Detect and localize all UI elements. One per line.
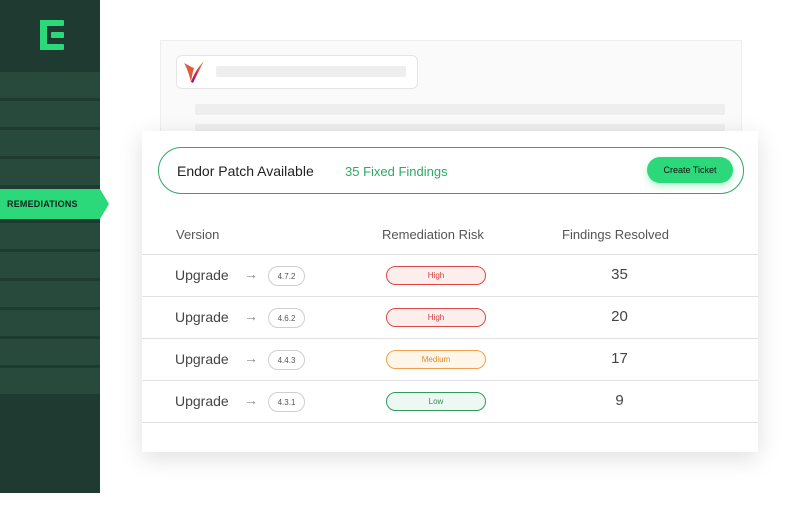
column-header-version: Version (176, 227, 220, 242)
create-ticket-button[interactable]: Create Ticket (647, 157, 733, 183)
arrow-right-icon: → (244, 308, 258, 324)
upgrade-action: Upgrade (175, 309, 229, 325)
sidebar-item[interactable] (0, 281, 100, 307)
findings-resolved-count: 17 (611, 350, 628, 367)
sidebar-item[interactable] (0, 72, 100, 98)
sidebar-item[interactable] (0, 159, 100, 185)
sidebar-item[interactable] (0, 252, 100, 278)
column-header-findings-resolved: Findings Resolved (562, 227, 669, 242)
sidebar-item[interactable] (0, 310, 100, 336)
sidebar-item[interactable] (0, 368, 100, 394)
sidebar-item[interactable] (0, 101, 100, 127)
apache-feather-icon (184, 61, 204, 83)
upgrade-action: Upgrade (175, 393, 229, 409)
table-row[interactable]: Upgrade → 4.4.3 Medium 17 (142, 338, 758, 380)
sidebar-item[interactable] (0, 339, 100, 365)
banner-title: Endor Patch Available (177, 163, 314, 179)
sidebar-item[interactable] (0, 223, 100, 249)
findings-resolved-count: 20 (611, 308, 628, 325)
patch-banner: Endor Patch Available 35 Fixed Findings … (158, 147, 744, 194)
arrow-right-icon: → (244, 266, 258, 282)
remediation-card: Endor Patch Available 35 Fixed Findings … (142, 131, 758, 452)
table-divider (142, 422, 758, 423)
sidebar: REMEDIATIONS (0, 0, 109, 493)
risk-badge: Low (386, 392, 486, 411)
version-badge: 4.6.2 (268, 308, 305, 328)
risk-badge: High (386, 308, 486, 327)
arrow-right-icon: → (244, 350, 258, 366)
risk-badge: High (386, 266, 486, 285)
table-row[interactable]: Upgrade → 4.7.2 High 35 (142, 254, 758, 296)
sidebar-item[interactable] (0, 130, 100, 156)
risk-badge: Medium (386, 350, 486, 369)
upgrade-action: Upgrade (175, 267, 229, 283)
arrow-right-icon: → (244, 392, 258, 408)
content-placeholder (195, 104, 725, 115)
findings-resolved-count: 9 (615, 392, 624, 409)
table-row[interactable]: Upgrade → 4.6.2 High 20 (142, 296, 758, 338)
version-badge: 4.3.1 (268, 392, 305, 412)
content-placeholder (195, 124, 725, 131)
upgrade-action: Upgrade (175, 351, 229, 367)
column-header-remediation-risk: Remediation Risk (382, 227, 484, 242)
endor-logo-icon (40, 20, 64, 50)
version-badge: 4.4.3 (268, 350, 305, 370)
version-badge: 4.7.2 (268, 266, 305, 286)
sidebar-item-remediations[interactable]: REMEDIATIONS (0, 189, 109, 219)
sidebar-item-label: REMEDIATIONS (7, 199, 78, 209)
package-name-placeholder (216, 66, 406, 77)
table-row[interactable]: Upgrade → 4.3.1 Low 9 (142, 380, 758, 422)
findings-resolved-count: 35 (611, 266, 628, 283)
fixed-findings-count: 35 Fixed Findings (345, 164, 448, 179)
